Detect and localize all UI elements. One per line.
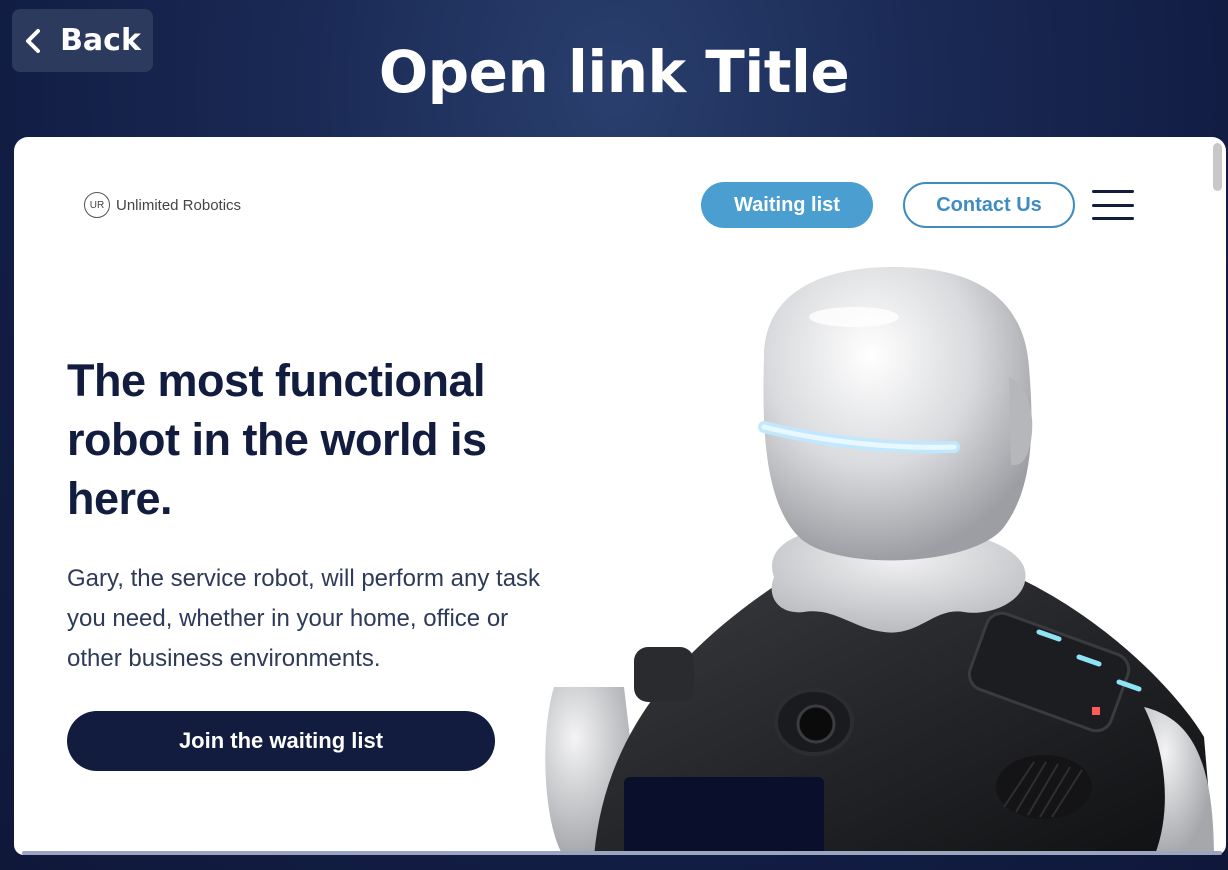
contact-us-button[interactable]: Contact Us xyxy=(903,182,1075,228)
brand-logo-icon: UR xyxy=(84,192,110,218)
robot-image xyxy=(545,267,1214,855)
page-title: Open link Title xyxy=(378,38,850,106)
hero-subtext: Gary, the service robot, will perform an… xyxy=(67,565,541,672)
web-view[interactable]: UR Unlimited Robotics Waiting list Conta… xyxy=(14,137,1226,855)
bottom-bar xyxy=(22,851,1222,855)
hero-headline: The most functional robot in the world i… xyxy=(67,355,487,524)
menu-icon[interactable] xyxy=(1092,188,1134,222)
brand-name: Unlimited Robotics xyxy=(116,196,242,214)
scrollbar[interactable] xyxy=(1213,143,1222,191)
waiting-list-button[interactable]: Waiting list xyxy=(701,182,873,228)
join-waiting-list-button[interactable]: Join the waiting list xyxy=(67,711,495,771)
brand[interactable]: UR Unlimited Robotics xyxy=(84,192,241,218)
